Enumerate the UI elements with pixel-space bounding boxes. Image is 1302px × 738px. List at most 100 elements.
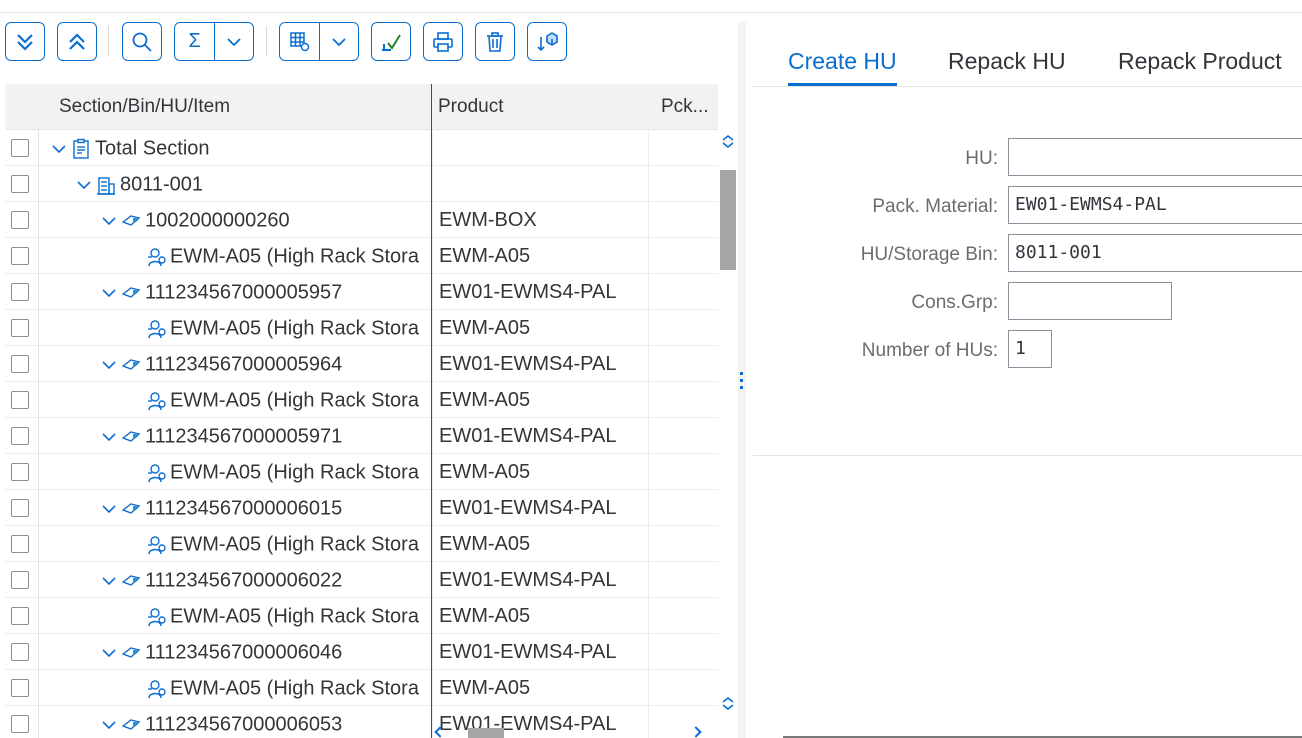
- grid-settings-icon[interactable]: [280, 23, 319, 60]
- sigma-icon[interactable]: Σ: [175, 23, 214, 60]
- scroll-left-icon[interactable]: [434, 726, 446, 738]
- number-of-hus-input[interactable]: 1: [1008, 330, 1052, 368]
- row-checkbox[interactable]: [11, 643, 29, 661]
- table-row[interactable]: EWM-A05 (High Rack Stora EWM-A05: [5, 310, 718, 346]
- row-checkbox[interactable]: [11, 499, 29, 517]
- vertical-scrollbar[interactable]: [718, 130, 738, 730]
- row-checkbox[interactable]: [11, 535, 29, 553]
- total-button[interactable]: Σ: [174, 22, 254, 61]
- collapse-all-button[interactable]: [57, 22, 97, 61]
- row-checkbox[interactable]: [11, 715, 29, 733]
- row-checkbox[interactable]: [11, 211, 29, 229]
- row-checkbox[interactable]: [11, 571, 29, 589]
- table-row[interactable]: 111234567000006015 EW01-EWMS4-PAL: [5, 490, 718, 526]
- table-row[interactable]: 111234567000006046 EW01-EWMS4-PAL: [5, 634, 718, 670]
- row-checkbox[interactable]: [11, 427, 29, 445]
- node-label[interactable]: 111234567000006046: [145, 642, 342, 664]
- horizontal-scrollbar[interactable]: [432, 726, 722, 738]
- table-row[interactable]: 111234567000005964 EW01-EWMS4-PAL: [5, 346, 718, 382]
- expand-chevron-icon[interactable]: [98, 635, 120, 670]
- hu-input[interactable]: [1008, 138, 1302, 176]
- node-label[interactable]: 111234567000005964: [145, 354, 342, 376]
- cons-grp-input[interactable]: [1008, 282, 1172, 320]
- row-checkbox[interactable]: [11, 679, 29, 697]
- pack-button[interactable]: [527, 22, 567, 61]
- storage-bin-input[interactable]: 8011-001: [1008, 234, 1302, 272]
- delete-button[interactable]: [475, 22, 515, 61]
- print-button[interactable]: [423, 22, 463, 61]
- table-row[interactable]: EWM-A05 (High Rack Stora EWM-A05: [5, 454, 718, 490]
- expand-chevron-icon[interactable]: [98, 491, 120, 526]
- pack-material-input[interactable]: EW01-EWMS4-PAL: [1008, 186, 1302, 224]
- row-checkbox[interactable]: [11, 175, 29, 193]
- expand-all-button[interactable]: [5, 22, 45, 61]
- expand-chevron-icon[interactable]: [73, 167, 95, 202]
- expand-chevron-icon[interactable]: [98, 347, 120, 382]
- row-checkbox[interactable]: [11, 355, 29, 373]
- splitter-grip-icon[interactable]: [740, 372, 744, 396]
- node-label[interactable]: 111234567000006053: [145, 714, 342, 736]
- node-label[interactable]: EWM-A05 (High Rack Stora: [170, 390, 419, 412]
- chevron-down-icon[interactable]: [319, 23, 358, 60]
- table-row[interactable]: 1002000000260 EWM-BOX: [5, 202, 718, 238]
- layout-button[interactable]: [279, 22, 359, 61]
- expand-chevron-icon[interactable]: [98, 275, 120, 310]
- table-row[interactable]: EWM-A05 (High Rack Stora EWM-A05: [5, 670, 718, 706]
- row-checkbox[interactable]: [11, 319, 29, 337]
- scrollbar-thumb[interactable]: [720, 170, 736, 270]
- find-button[interactable]: [122, 22, 162, 61]
- expand-chevron-icon[interactable]: [98, 563, 120, 598]
- row-checkbox[interactable]: [11, 607, 29, 625]
- scroll-right-icon[interactable]: [690, 726, 702, 738]
- column-header-section[interactable]: Section/Bin/HU/Item: [59, 84, 429, 130]
- table-row[interactable]: 111234567000006022 EW01-EWMS4-PAL: [5, 562, 718, 598]
- row-selector: [5, 418, 39, 454]
- tab-repack-product[interactable]: Repack Product: [1118, 48, 1282, 86]
- check-button[interactable]: [371, 22, 411, 61]
- table-row[interactable]: EWM-A05 (High Rack Stora EWM-A05: [5, 382, 718, 418]
- table-row[interactable]: EWM-A05 (High Rack Stora EWM-A05: [5, 598, 718, 634]
- hscrollbar-thumb[interactable]: [468, 728, 504, 738]
- cell-section: EWM-A05 (High Rack Stora: [40, 238, 431, 274]
- row-checkbox[interactable]: [11, 283, 29, 301]
- cell-product: [432, 166, 648, 202]
- table-row[interactable]: 111234567000005971 EW01-EWMS4-PAL: [5, 418, 718, 454]
- row-checkbox[interactable]: [11, 463, 29, 481]
- node-label[interactable]: EWM-A05 (High Rack Stora: [170, 318, 419, 340]
- row-checkbox[interactable]: [11, 391, 29, 409]
- expand-chevron-icon[interactable]: [98, 419, 120, 454]
- cell-section: EWM-A05 (High Rack Stora: [40, 310, 431, 346]
- node-label[interactable]: EWM-A05 (High Rack Stora: [170, 246, 419, 268]
- expand-chevron-icon[interactable]: [98, 707, 120, 738]
- row-checkbox[interactable]: [11, 139, 29, 157]
- table-row[interactable]: 8011-001: [5, 166, 718, 202]
- column-header-product[interactable]: Product: [438, 84, 643, 130]
- table-row[interactable]: 111234567000005957 EW01-EWMS4-PAL: [5, 274, 718, 310]
- panel-splitter[interactable]: [738, 22, 746, 738]
- node-label[interactable]: Total Section: [95, 138, 210, 160]
- node-label[interactable]: 111234567000006015: [145, 498, 342, 520]
- node-label[interactable]: EWM-A05 (High Rack Stora: [170, 534, 419, 556]
- table-row[interactable]: Total Section: [5, 130, 718, 166]
- tab-repack-hu[interactable]: Repack HU: [948, 48, 1066, 86]
- node-label[interactable]: EWM-A05 (High Rack Stora: [170, 606, 419, 628]
- node-label[interactable]: 8011-001: [120, 174, 203, 196]
- expand-chevron-icon[interactable]: [48, 131, 70, 166]
- row-checkbox[interactable]: [11, 247, 29, 265]
- scroll-up-icon[interactable]: [720, 134, 736, 149]
- cell-product: EW01-EWMS4-PAL: [432, 418, 648, 454]
- tab-create-hu[interactable]: Create HU: [788, 48, 897, 86]
- node-label[interactable]: 111234567000005971: [145, 426, 342, 448]
- expand-chevron-icon[interactable]: [98, 203, 120, 238]
- node-label[interactable]: EWM-A05 (High Rack Stora: [170, 462, 419, 484]
- node-label[interactable]: 111234567000005957: [145, 282, 342, 304]
- table-row[interactable]: EWM-A05 (High Rack Stora EWM-A05: [5, 238, 718, 274]
- column-header-pck[interactable]: Pck...: [661, 84, 717, 130]
- table-row[interactable]: EWM-A05 (High Rack Stora EWM-A05: [5, 526, 718, 562]
- package-download-icon: [535, 31, 559, 53]
- node-label[interactable]: 111234567000006022: [145, 570, 342, 592]
- scroll-down-icon[interactable]: [720, 696, 736, 711]
- node-label[interactable]: 1002000000260: [145, 210, 290, 232]
- chevron-down-icon[interactable]: [214, 23, 253, 60]
- node-label[interactable]: EWM-A05 (High Rack Stora: [170, 678, 419, 700]
